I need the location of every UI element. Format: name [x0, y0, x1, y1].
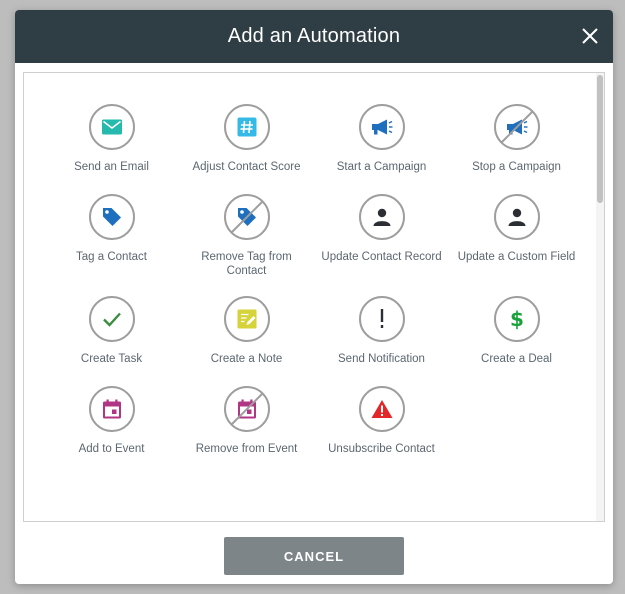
calendar-icon: [88, 386, 135, 432]
automation-option-label: Send an Email: [74, 161, 149, 173]
svg-text:$: $: [510, 308, 524, 330]
close-icon[interactable]: [579, 25, 601, 47]
automation-option-label: Create a Deal: [481, 353, 552, 365]
automation-option-label: Update Contact Record: [321, 251, 442, 263]
automation-option[interactable]: Start a Campaign: [314, 104, 449, 174]
automation-option[interactable]: Update a Custom Field: [449, 194, 584, 264]
dialog-title: Add an Automation: [227, 25, 401, 47]
automation-option[interactable]: Send Notification: [314, 296, 449, 366]
automation-option[interactable]: Update Contact Record: [314, 194, 449, 264]
automation-option-label: Adjust Contact Score: [192, 161, 301, 173]
automation-option[interactable]: Add to Event: [44, 386, 179, 456]
dollar-icon: $: [493, 296, 540, 342]
automation-option[interactable]: Create Task: [44, 296, 179, 366]
dialog-header: Add an Automation: [15, 10, 613, 63]
automation-option[interactable]: Unsubscribe Contact: [314, 386, 449, 456]
calendar-off-icon: [223, 386, 270, 432]
automation-option-label: Update a Custom Field: [457, 251, 576, 263]
tag-off-icon: [223, 194, 270, 240]
note-icon: [223, 296, 270, 342]
automation-option-label: Tag a Contact: [76, 251, 147, 263]
automation-option[interactable]: Tag a Contact: [44, 194, 179, 264]
email-icon: [88, 104, 135, 150]
megaphone-icon: [358, 104, 405, 150]
cancel-button[interactable]: CANCEL: [224, 537, 404, 575]
automation-option-label: Send Notification: [338, 353, 425, 365]
hash-icon: [223, 104, 270, 150]
automation-option-label: Start a Campaign: [336, 161, 427, 173]
automation-option[interactable]: $ Create a Deal: [449, 296, 584, 366]
tag-icon: [88, 194, 135, 240]
automation-option-label: Remove Tag from Contact: [201, 251, 292, 277]
exclamation-icon: [358, 296, 405, 342]
automation-option[interactable]: Send an Email: [44, 104, 179, 174]
automation-option-label: Remove from Event: [195, 443, 298, 455]
automation-option-label: Create Task: [80, 353, 143, 365]
automation-option[interactable]: Adjust Contact Score: [179, 104, 314, 174]
automation-option[interactable]: Stop a Campaign: [449, 104, 584, 174]
megaphone-off-icon: [493, 104, 540, 150]
automation-option-label: Unsubscribe Contact: [328, 443, 435, 455]
scrollbar[interactable]: [596, 73, 604, 521]
automation-option[interactable]: Remove Tag from Contact: [179, 194, 314, 278]
automation-option[interactable]: Remove from Event: [179, 386, 314, 456]
automation-option-label: Stop a Campaign: [472, 161, 561, 173]
automation-option[interactable]: Create a Note: [179, 296, 314, 366]
dialog-footer: CANCEL: [15, 522, 613, 584]
scrollbar-thumb[interactable]: [597, 75, 603, 203]
automation-options-panel[interactable]: Send an Email Adjust Contact Score Start…: [23, 72, 605, 522]
add-automation-dialog: Add an Automation Send an Email Adjust C…: [15, 10, 613, 584]
warning-icon: [358, 386, 405, 432]
person-icon: [358, 194, 405, 240]
automation-option-label: Create a Note: [210, 353, 283, 365]
person-icon: [493, 194, 540, 240]
automation-option-label: Add to Event: [78, 443, 145, 455]
checkmark-icon: [88, 296, 135, 342]
